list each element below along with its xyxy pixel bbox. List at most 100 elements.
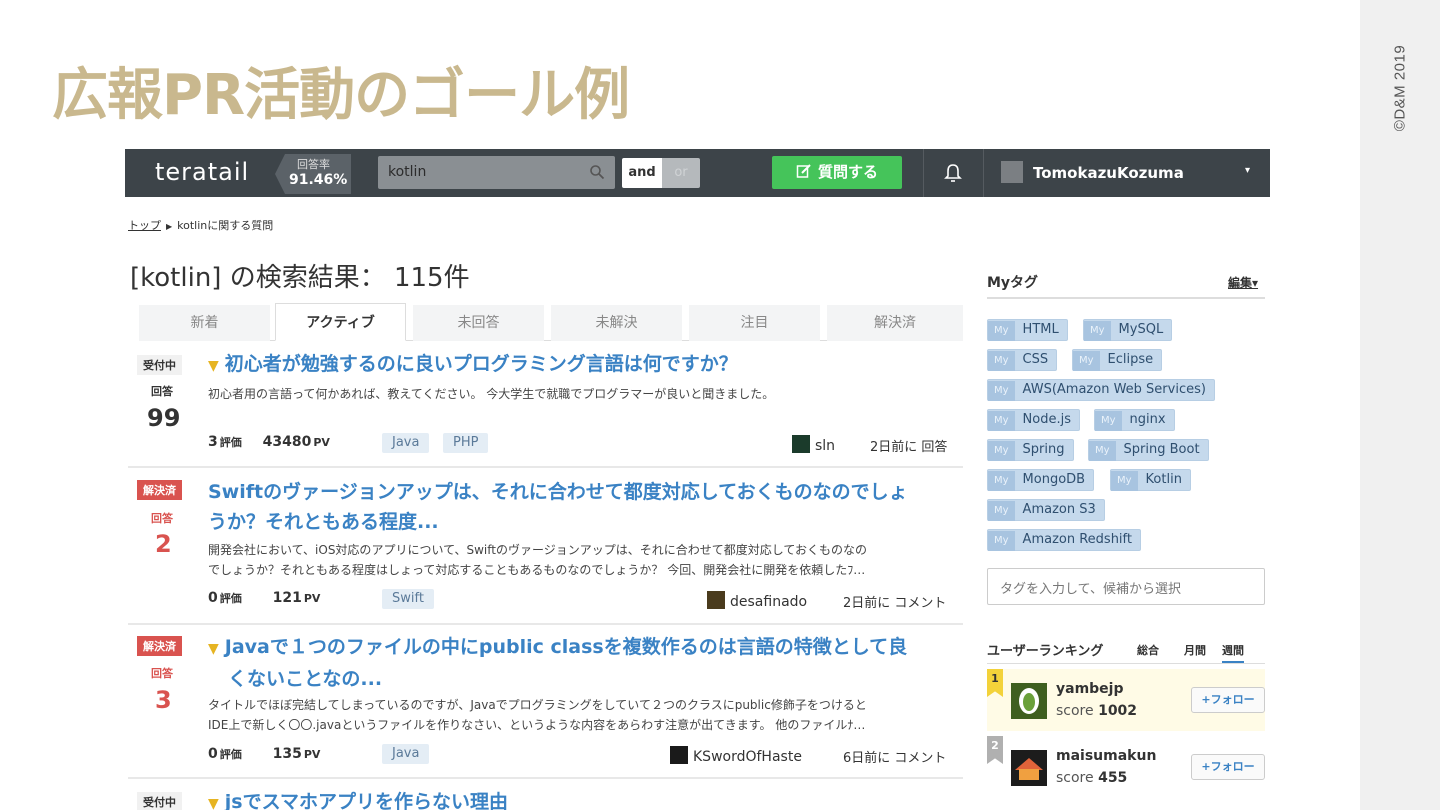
beginner-leaf-icon: ▼	[208, 641, 219, 657]
question-excerpt: タイトルでほぼ完結してしまっているのですが、Javaでプログラミングをしていて２…	[208, 698, 867, 712]
question-author[interactable]: sln	[792, 435, 835, 454]
mytag-nginx[interactable]: My nginx	[1094, 409, 1175, 431]
user-avatar[interactable]	[1011, 683, 1047, 719]
my-prefix: My	[988, 471, 1015, 491]
question-excerpt: 初心者用の言語って何かあれば、教えてください。 今大学生で就職でプログラマーが良…	[208, 387, 775, 401]
question-author[interactable]: desafinado	[707, 591, 807, 610]
my-prefix: My	[988, 501, 1015, 521]
question-title-link[interactable]: ▼ Javaで１つのファイルの中にpublic classを複数作るのは言語の特徴…	[208, 632, 928, 694]
question-author[interactable]: KSwordOfHaste	[670, 746, 802, 765]
mytag-spring[interactable]: My Spring	[987, 439, 1074, 461]
question-tag[interactable]: Java	[382, 433, 430, 453]
status-badge: 解決済	[137, 480, 182, 500]
question-title-link[interactable]: ▼ 初心者が勉強するのに良いプログラミング言語は何ですか？	[208, 349, 928, 381]
tag-search-input[interactable]: タグを入力して、候補から選択	[987, 568, 1265, 605]
list-divider	[128, 466, 963, 468]
ranking-item: 2 maisumakun score 455 +フォロー	[987, 736, 1265, 798]
tab-featured[interactable]: 注目	[689, 305, 820, 341]
answer-rate-value: 91.46%	[289, 172, 348, 188]
mytag-mysql[interactable]: My MySQL	[1083, 319, 1173, 341]
my-prefix: My	[988, 321, 1015, 341]
user-avatar[interactable]	[1001, 161, 1023, 183]
mytags-heading: Myタグ	[987, 275, 1039, 291]
mytag-eclipse[interactable]: My Eclipse	[1072, 349, 1163, 371]
mytag-label: MongoDB	[1022, 472, 1086, 487]
ask-question-button[interactable]: 質問する	[772, 156, 902, 189]
sidebar-divider	[987, 663, 1265, 664]
view-count: 121	[272, 590, 302, 606]
mytag-amazon-redshift[interactable]: My Amazon Redshift	[987, 529, 1141, 551]
view-label: PV	[303, 748, 321, 761]
breadcrumb-home-link[interactable]: トップ	[128, 219, 161, 232]
mytag-label: HTML	[1022, 322, 1059, 337]
list-divider	[128, 623, 963, 625]
author-name: desafinado	[730, 594, 808, 610]
tab-unresolved[interactable]: 未解決	[551, 305, 682, 341]
mytag-kotlin[interactable]: My Kotlin	[1110, 469, 1191, 491]
sidebar-divider	[987, 297, 1265, 299]
search-or-toggle[interactable]: or	[662, 158, 700, 188]
ranking-user-name[interactable]: yambejp	[1056, 681, 1124, 697]
mytag-amazon-s3[interactable]: My Amazon S3	[987, 499, 1105, 521]
user-name[interactable]: TomokazuKozuma	[1033, 164, 1184, 182]
answer-count: 2	[155, 530, 172, 558]
my-prefix: My	[988, 351, 1015, 371]
score-label: 評価	[219, 592, 242, 605]
mytag-label: Spring Boot	[1123, 442, 1200, 457]
view-label: PV	[303, 592, 321, 605]
mytag-aws[interactable]: My AWS(Amazon Web Services)	[987, 379, 1215, 401]
question-stats: 3 評価 43480 PV	[208, 434, 330, 450]
view-count: 135	[272, 746, 302, 762]
question-title: jsでスマホアプリを作らない理由	[224, 791, 509, 810]
answer-count: 99	[147, 404, 181, 432]
answer-count: 3	[155, 686, 172, 714]
question-tag[interactable]: Java	[382, 744, 430, 764]
question-excerpt: でしょうか？それともある程度はしょって対応することもあるものなのでしょうか？ 今…	[208, 563, 866, 577]
mytag-nodejs[interactable]: My Node.js	[987, 409, 1080, 431]
beginner-leaf-icon: ▼	[208, 358, 219, 374]
search-input[interactable]: kotlin	[378, 156, 615, 189]
tab-unanswered[interactable]: 未回答	[413, 305, 544, 341]
mytag-mongodb[interactable]: My MongoDB	[987, 469, 1095, 491]
mytag-label: MySQL	[1118, 322, 1164, 337]
follow-button[interactable]: +フォロー	[1191, 754, 1265, 780]
mytag-html[interactable]: My HTML	[987, 319, 1068, 341]
mytag-spring-boot[interactable]: My Spring Boot	[1088, 439, 1209, 461]
mytags-edit-link[interactable]: 編集▾	[1228, 274, 1258, 291]
page-title: [kotlin] の検索結果： 115件	[130, 263, 470, 293]
mytag-css[interactable]: My CSS	[987, 349, 1058, 371]
slide-title: 広報PR活動のゴール例	[52, 63, 630, 128]
view-label: PV	[313, 436, 330, 449]
ranking-tab-weekly[interactable]: 週間	[1222, 642, 1244, 663]
question-title-link[interactable]: ▼ jsでスマホアプリを作らない理由	[208, 787, 928, 810]
question-tag[interactable]: Swift	[382, 589, 434, 609]
mytag-label: nginx	[1129, 412, 1166, 427]
status-badge: 受付中	[137, 792, 182, 810]
my-prefix: My	[988, 441, 1015, 461]
ranking-user-name[interactable]: maisumakun	[1056, 748, 1156, 764]
navbar-divider	[923, 149, 924, 197]
view-count: 43480	[262, 434, 312, 450]
question-title-link[interactable]: Swiftのヴァージョンアップは、それに合わせて都度対応しておくものなのでしょ …	[208, 477, 928, 537]
my-prefix: My	[1089, 441, 1116, 461]
activity-time: 2日前に コメント	[843, 596, 947, 611]
ranking-tab-monthly[interactable]: 月間	[1184, 642, 1206, 658]
question-stats: 0 評価 135 PV	[208, 746, 320, 762]
follow-button[interactable]: +フォロー	[1191, 687, 1265, 713]
search-icon[interactable]	[589, 164, 605, 180]
chevron-down-icon[interactable]: ▾	[1245, 165, 1250, 176]
question-tag[interactable]: PHP	[443, 433, 489, 453]
question-stats: 0 評価 121 PV	[208, 590, 320, 606]
ranking-heading: ユーザーランキング	[987, 644, 1104, 659]
tab-resolved[interactable]: 解決済	[827, 305, 963, 341]
rank-number: 2	[987, 736, 1003, 764]
user-avatar[interactable]	[1011, 750, 1047, 786]
ranking-tab-overall[interactable]: 総合	[1137, 642, 1159, 658]
site-logo[interactable]: teratail	[155, 158, 249, 186]
bell-icon[interactable]	[943, 162, 963, 184]
tab-active[interactable]: アクティブ	[275, 303, 406, 341]
edit-icon	[796, 164, 811, 178]
tab-new[interactable]: 新着	[139, 305, 270, 341]
search-and-toggle[interactable]: and	[622, 158, 662, 188]
author-name: KSwordOfHaste	[693, 749, 802, 765]
